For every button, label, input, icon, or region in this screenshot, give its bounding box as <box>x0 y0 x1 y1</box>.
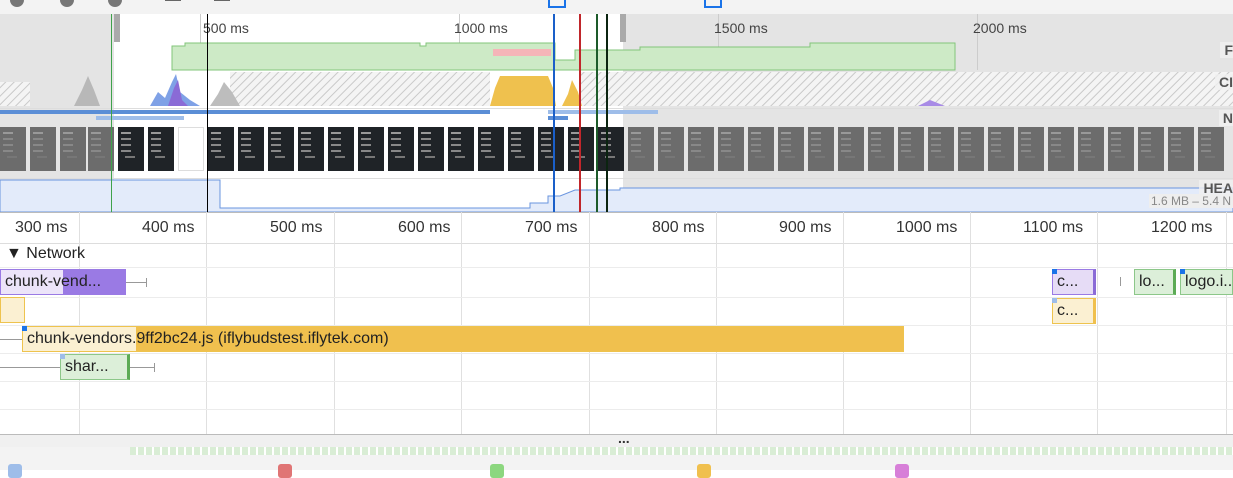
network-track-label: N <box>1218 110 1233 126</box>
overview-tick: 500 ms <box>203 20 249 36</box>
timeline-overview[interactable]: 500 ms 1000 ms 1500 ms 2000 ms F CI N HE… <box>0 14 1233 212</box>
performance-toolbar <box>0 0 1233 15</box>
net-overview-bar <box>0 110 490 114</box>
reload-record-icon[interactable] <box>60 0 74 7</box>
screenshots-checkbox[interactable] <box>548 0 566 8</box>
network-request-bar[interactable]: lo... <box>1134 269 1176 295</box>
record-icon[interactable] <box>10 0 24 7</box>
ruler-tick: 300 ms <box>15 219 68 236</box>
memory-checkbox[interactable] <box>704 0 722 8</box>
heap-range: 1.6 MB – 5.4 N <box>1148 194 1233 208</box>
legend-painting-swatch <box>697 464 711 478</box>
cpu-track-label: CI <box>1215 74 1233 90</box>
expand-triangle-icon[interactable]: ▼ <box>6 245 22 262</box>
net-overview-bar <box>548 110 658 114</box>
window-right-handle[interactable] <box>620 14 626 42</box>
network-request-bar[interactable]: chunk-vend... <box>0 269 126 295</box>
load-marker <box>579 14 581 212</box>
selection-marker <box>207 14 208 212</box>
network-section-label: Network <box>26 245 85 262</box>
summary-strip <box>0 447 1233 478</box>
time-ruler[interactable]: 300 ms 400 ms 500 ms 600 ms 700 ms 800 m… <box>0 212 1233 244</box>
cpu-chart <box>0 72 1233 106</box>
legend-other-swatch <box>895 464 909 478</box>
panel-splitter[interactable]: ... <box>0 430 1233 448</box>
ruler-tick: 1000 ms <box>896 219 958 236</box>
ruler-tick: 900 ms <box>779 219 832 236</box>
ruler-tick: 800 ms <box>652 219 705 236</box>
overview-tick: 2000 ms <box>973 20 1027 36</box>
load-profile-icon[interactable] <box>165 0 181 1</box>
legend-rendering-swatch <box>490 464 504 478</box>
network-request-bar[interactable]: c... <box>1052 269 1096 295</box>
dcl-marker <box>553 14 555 212</box>
window-left-handle[interactable] <box>114 14 120 42</box>
fmp-marker <box>596 14 598 212</box>
ruler-tick: 700 ms <box>525 219 578 236</box>
network-request-bar[interactable]: logo.i... <box>1180 269 1233 295</box>
heap-chart <box>0 179 1233 212</box>
ruler-tick: 1200 ms <box>1151 219 1213 236</box>
clear-icon[interactable] <box>108 0 122 7</box>
ruler-tick: 600 ms <box>398 219 451 236</box>
ruler-tick: 500 ms <box>270 219 323 236</box>
network-section-header[interactable]: ▼ Network <box>6 245 85 263</box>
fcp-marker <box>606 14 608 212</box>
ruler-tick: 1100 ms <box>1023 219 1084 236</box>
fps-track-label: F <box>1220 42 1233 58</box>
save-profile-icon[interactable] <box>214 0 230 1</box>
network-request-bar[interactable] <box>0 297 25 323</box>
network-request-bar[interactable]: chunk-vendors.9ff2bc24.js (iflybudstest.… <box>22 326 904 352</box>
ruler-tick: 400 ms <box>142 219 195 236</box>
first-paint-marker <box>111 14 112 212</box>
splitter-grip-icon[interactable]: ... <box>618 430 630 446</box>
overview-tick: 1500 ms <box>714 20 768 36</box>
legend-loading-swatch <box>8 464 22 478</box>
legend-scripting-swatch <box>278 464 292 478</box>
network-request-bar[interactable]: c... <box>1052 298 1096 324</box>
fps-chart <box>171 42 956 71</box>
net-overview-bar <box>548 116 568 120</box>
net-overview-bar <box>96 116 184 120</box>
network-request-bar[interactable]: shar... <box>60 354 130 380</box>
overview-tick: 1000 ms <box>454 20 508 36</box>
